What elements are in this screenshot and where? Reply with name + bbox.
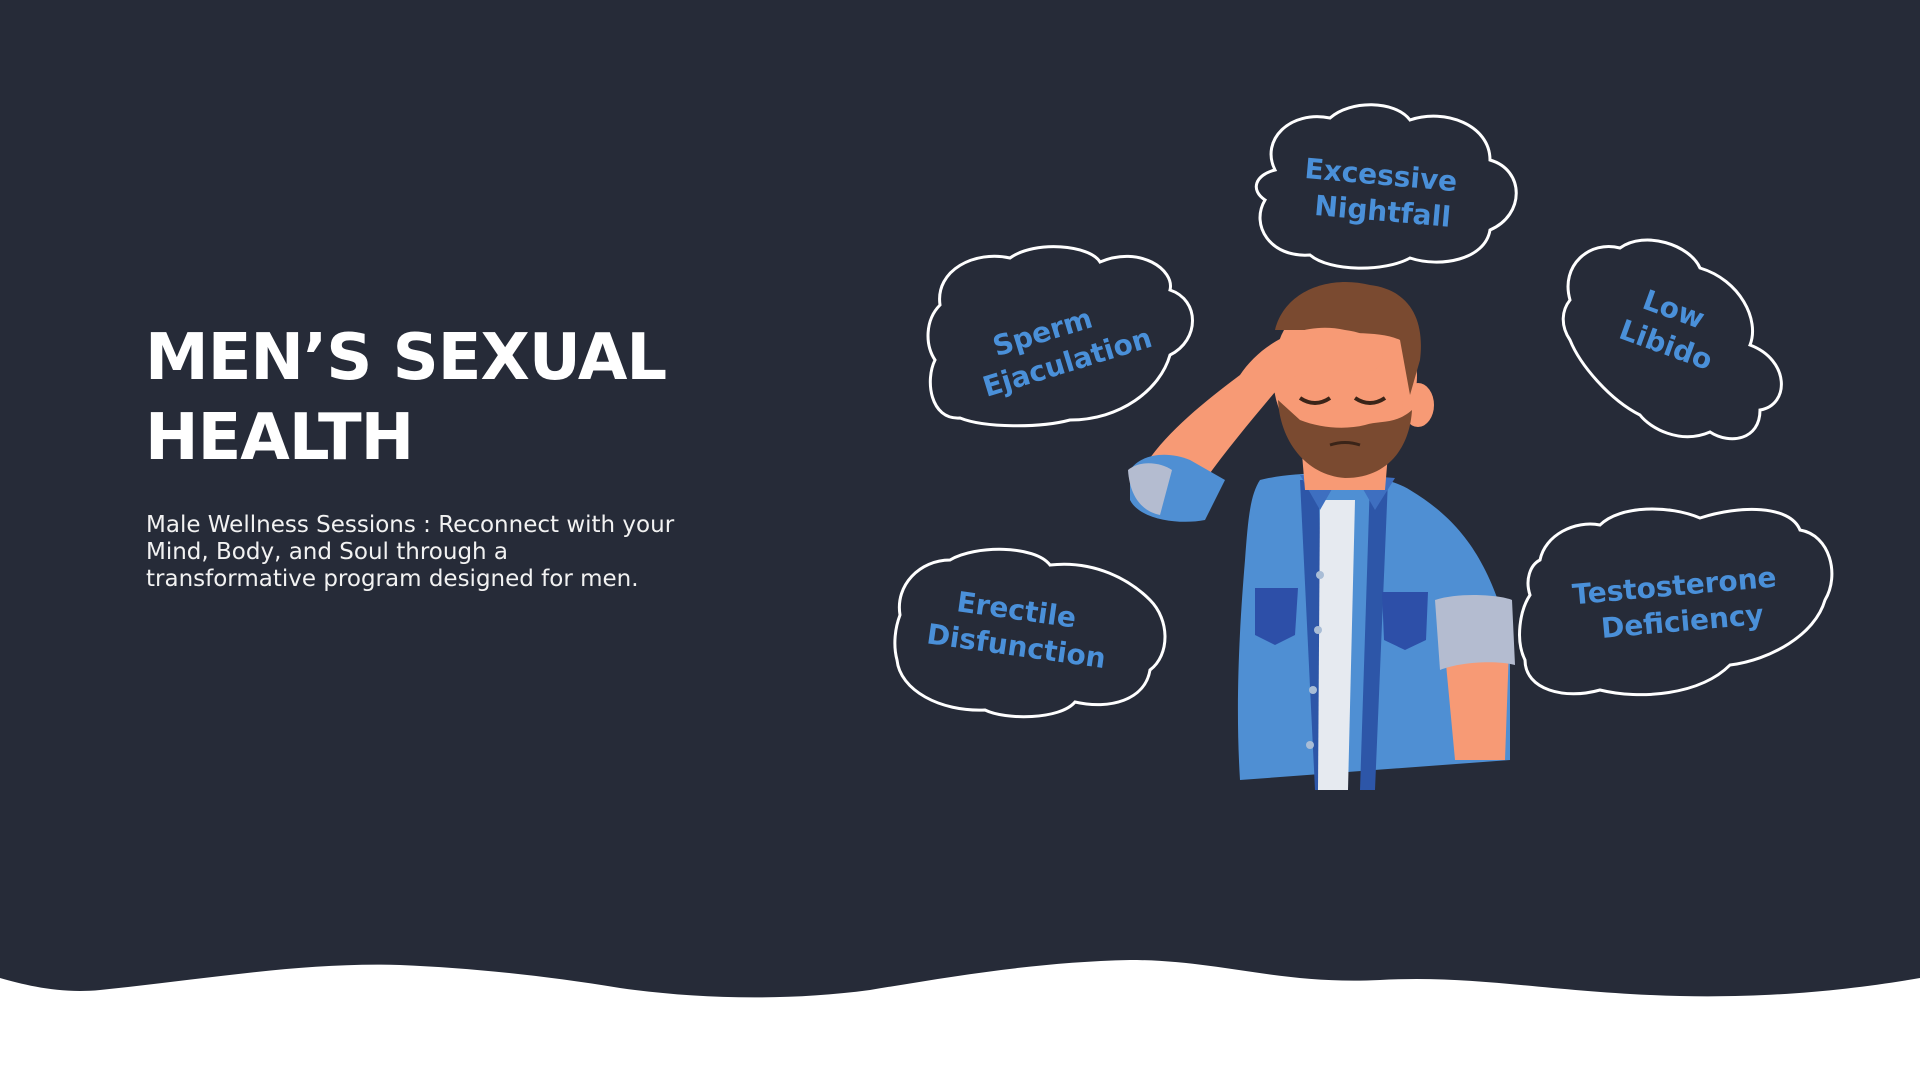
shirt-pocket — [1255, 588, 1298, 645]
cloud-label: Sperm Ejaculation — [968, 287, 1155, 404]
cloud-label: Excessive Nightfall — [1300, 152, 1468, 235]
shirt-button — [1316, 571, 1324, 579]
cloud-label: Erectile Disfunction — [925, 582, 1113, 675]
cloud-label: Testosterone Deficiency — [1571, 560, 1791, 647]
sleeve-cuff — [1435, 595, 1515, 670]
stressed-man-illustration: Excessive Nightfall Sperm Ejaculation Lo… — [893, 103, 1834, 790]
shirt-button — [1309, 686, 1317, 694]
stressed-man-icon — [1128, 282, 1515, 790]
hero-section: MEN’S SEXUAL HEALTH Male Wellness Sessio… — [0, 0, 1920, 1080]
cloud-label: Low Libido — [1615, 279, 1729, 377]
shirt-button — [1306, 741, 1314, 749]
shirt-button — [1314, 626, 1322, 634]
shirt-pocket — [1382, 592, 1428, 650]
